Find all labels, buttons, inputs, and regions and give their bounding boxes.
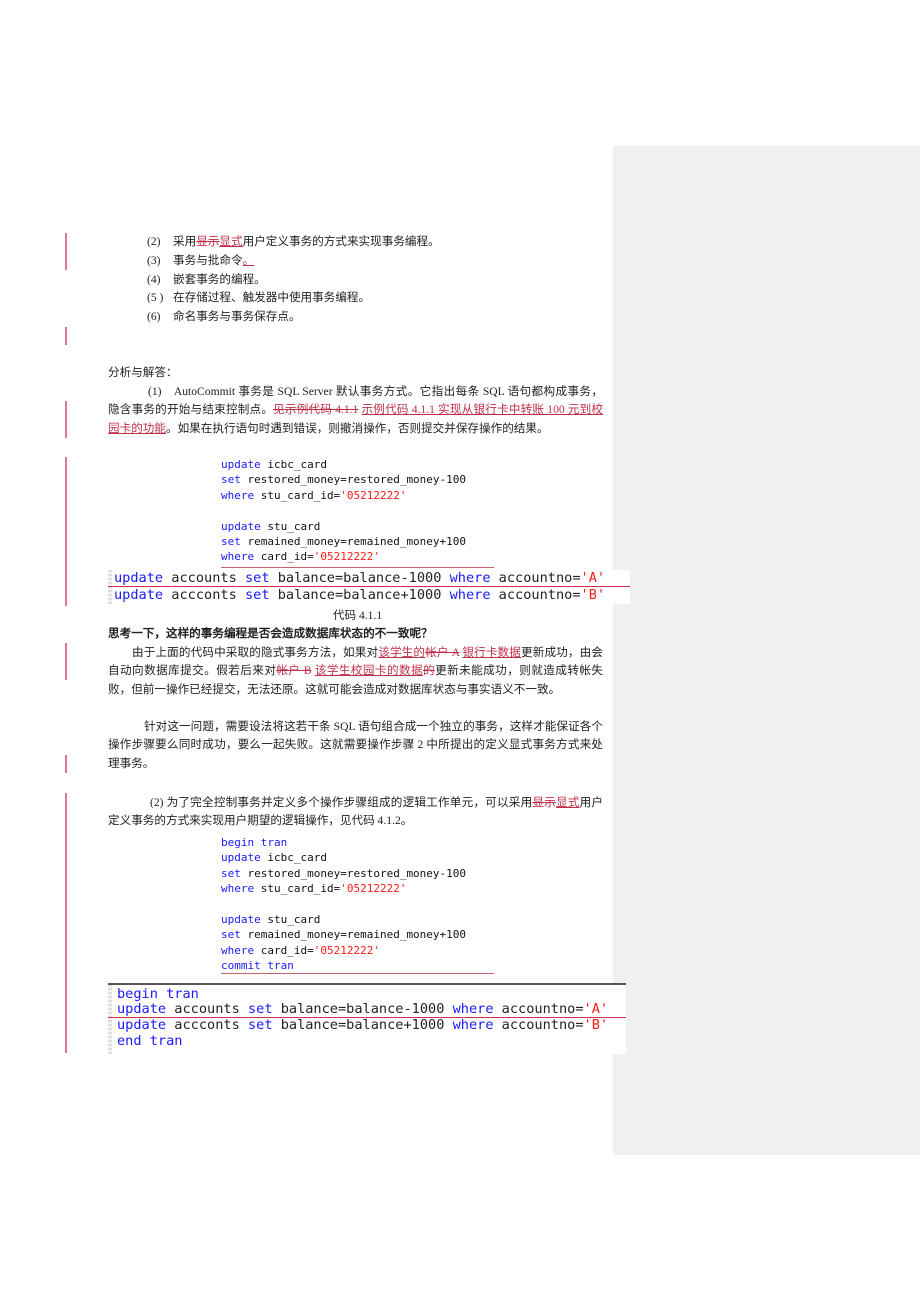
change-bar [65, 233, 67, 270]
inserted-text: 显式 [219, 235, 243, 248]
change-bar [65, 401, 67, 438]
section-heading: 分析与解答： [108, 366, 178, 379]
list-number: (2) [147, 235, 161, 248]
list-item: (5 ) 在存储过程、触发器中使用事务编程。 [147, 289, 370, 307]
text: 嵌套事务的编程。 [173, 273, 266, 286]
list-number: (6) [147, 310, 161, 323]
text: 在存储过程、触发器中使用事务编程。 [173, 291, 371, 304]
change-bar [65, 755, 67, 773]
code-caption: 代码 4.1.1 [332, 609, 383, 622]
change-bar [65, 793, 67, 1053]
text: 事务与批命令 [173, 254, 243, 267]
deleted-text: 见示例代码 4.1.1 [273, 403, 359, 417]
code-screenshot-2: begin tran update accounts set balance=b… [108, 983, 626, 1054]
code-line: set restored_money=restored_money-100 [221, 473, 467, 487]
list-number: (3) [147, 254, 161, 267]
code-line: update accconts set balance=balance+1000… [114, 587, 606, 603]
list-item: (2) 采用显示显式用户定义事务的方式来实现事务编程。 [147, 233, 440, 251]
code-line: update stu_card [221, 913, 321, 927]
code-line: begin tran [221, 836, 288, 849]
code-line: update accounts set balance=balance-1000… [114, 570, 606, 586]
comment-pane [613, 146, 920, 1155]
paragraph-implicit: 由于上面的代码中采取的隐式事务方法，如果对该学生的帐户 A 银行卡数据更新成功，… [108, 646, 603, 696]
revision-underline [221, 973, 494, 974]
change-bar [65, 327, 67, 345]
inserted-text: 显式 [555, 796, 580, 809]
code-line: update stu_card [221, 519, 321, 533]
editor-gutter [108, 985, 112, 1054]
code-block-2: begin tran update icbc_card set restored_m… [221, 835, 466, 974]
question-heading: 思考一下，这样的事务编程是否会造成数据库状态的不一致呢？ [108, 627, 433, 640]
inserted-text: 。 [242, 254, 255, 267]
code-line: where stu_card_id='05212222' [221, 882, 407, 896]
code-line: where stu_card_id='05212222' [221, 488, 407, 502]
paragraph-autocommit: (1) AutoCommit 事务是 SQL Server 默认事务方式。它指出… [108, 383, 603, 438]
code-line: where card_id='05212222' [221, 550, 380, 564]
change-bar [65, 643, 67, 680]
code-line: update icbc_card [221, 458, 327, 471]
list-item: (3) 事务与批命令。 [147, 252, 254, 270]
list-item: (6) 命名事务与事务保存点。 [147, 308, 301, 326]
code-line: commit tran [221, 959, 294, 973]
inserted-text: 银行卡数据 [462, 646, 521, 659]
deleted-text: 显示 [196, 235, 220, 248]
code-line: set remained_money=remained_money+100 [221, 535, 467, 549]
change-bar [65, 457, 67, 606]
deleted-text: 帐户 A [425, 646, 460, 659]
text: 命名事务与事务保存点。 [173, 310, 301, 323]
code-screenshot-1: update accounts set balance=balance-1000… [108, 570, 630, 604]
text: 。如果在执行语句时遇到错误，则撤消操作，否则提交并保存操作的结果。 [165, 421, 549, 435]
deleted-text: 的 [423, 664, 436, 678]
text: 用户定义事务的方式来实现事务编程。 [242, 235, 440, 248]
code-block-1: update icbc_cardset restored_money=resto… [221, 457, 466, 565]
list-number: (4) [147, 273, 161, 286]
list-item: (4) 嵌套事务的编程。 [147, 271, 266, 289]
list-number: (5 ) [147, 291, 164, 304]
code-line: where card_id='05212222' [221, 943, 380, 957]
code-line: set remained_money=remained_money+100 [221, 928, 467, 942]
revision-underline [221, 567, 494, 568]
editor-gutter [108, 570, 112, 604]
inserted-text: 该学生校园卡的数据 [314, 664, 424, 678]
text: 采用 [173, 235, 197, 248]
deleted-text: 帐户 B [276, 664, 312, 678]
paragraph-solution: 针对这一问题，需要设法将这若干条 SQL 语句组合成一个独立的事务，这样才能保证… [108, 720, 603, 770]
paragraph-explicit: (2) 为了完全控制事务并定义多个操作步骤组成的逻辑工作单元，可以采用显示显式用… [108, 796, 603, 828]
code-line: set restored_money=restored_money-100 [221, 866, 467, 880]
code-line: update icbc_card [221, 851, 327, 865]
code-line: begin tran [117, 986, 199, 1002]
code-line: update accconts set balance=balance+1000… [117, 1017, 609, 1033]
inserted-text: 该学生的 [378, 646, 426, 659]
code-line: end tran [117, 1033, 183, 1049]
code-line: update accounts set balance=balance-1000… [117, 1001, 609, 1017]
deleted-text: 显示 [532, 796, 556, 809]
